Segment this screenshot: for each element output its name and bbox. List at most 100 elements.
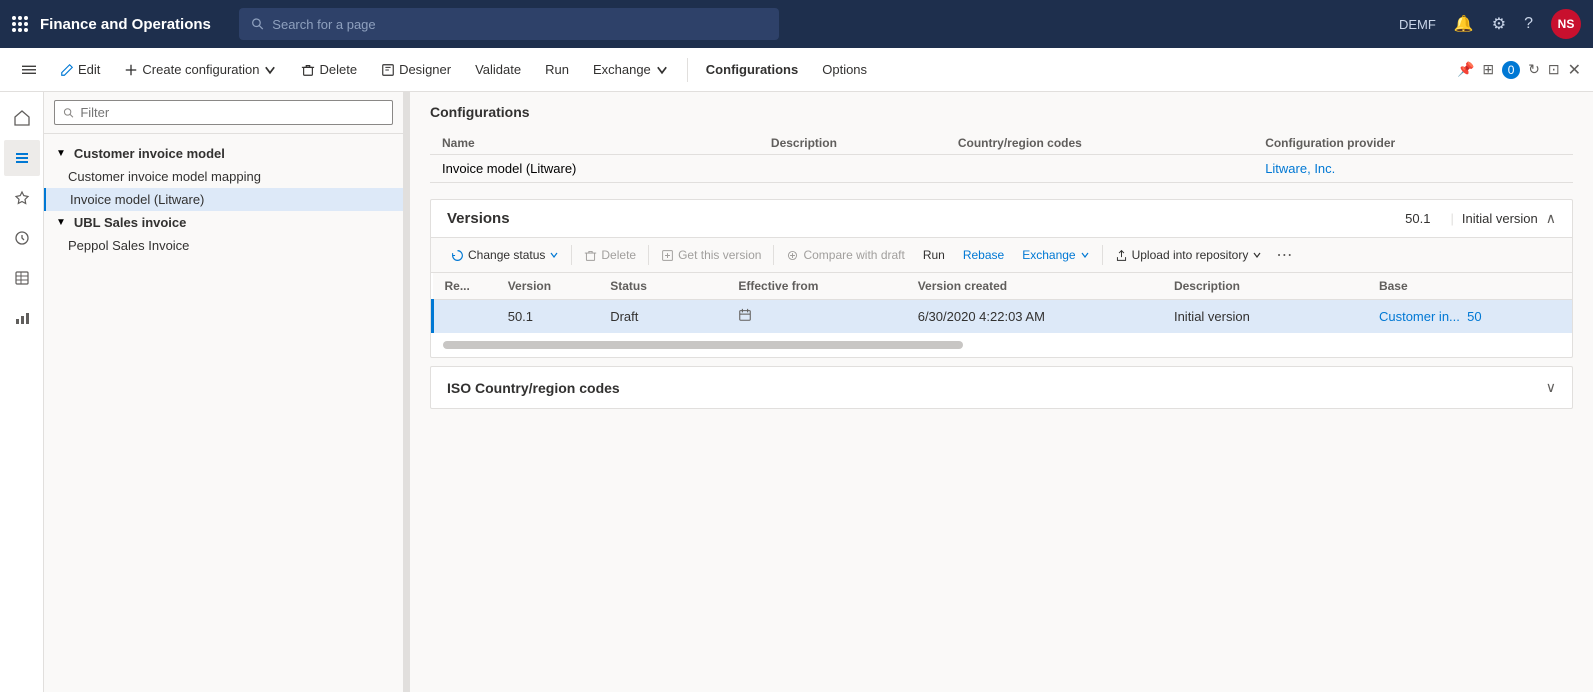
compare-with-draft-button[interactable]: Compare with draft <box>778 244 912 266</box>
search-icon <box>251 17 264 31</box>
refresh-icon[interactable]: ↻ <box>1528 61 1540 78</box>
close-icon[interactable]: ✕ <box>1568 60 1581 80</box>
vtb-delete-button[interactable]: Delete <box>576 244 644 266</box>
config-country <box>946 155 1253 183</box>
col-name: Name <box>430 132 759 155</box>
star-icon <box>14 190 30 206</box>
col-country: Country/region codes <box>946 132 1253 155</box>
vtb-delete-icon <box>584 249 597 262</box>
more-options-button[interactable]: ⋯ <box>1272 245 1296 265</box>
filter-input-wrapper[interactable] <box>54 100 393 125</box>
col-version-created: Version created <box>906 273 1162 300</box>
content-panel: Configurations Name Description Country/… <box>410 92 1593 692</box>
home-icon <box>14 110 30 126</box>
col-status: Status <box>598 273 726 300</box>
version-created: 6/30/2020 4:22:03 AM <box>906 300 1162 334</box>
config-description <box>759 155 946 183</box>
tree-item-peppol-sales-invoice[interactable]: Peppol Sales Invoice <box>44 234 403 257</box>
versions-badge: 50.1 <box>1405 211 1430 226</box>
apps-icon[interactable] <box>12 16 28 32</box>
col-effective-from: Effective from <box>726 273 905 300</box>
notification-badge[interactable]: 0 <box>1502 61 1520 79</box>
edit-icon <box>60 63 74 77</box>
base-num[interactable]: 50 <box>1467 309 1481 324</box>
iso-title: ISO Country/region codes <box>447 380 1546 396</box>
help-icon[interactable]: ? <box>1524 15 1533 33</box>
tree-label: Peppol Sales Invoice <box>68 238 189 253</box>
table-icon-btn[interactable] <box>4 260 40 296</box>
star-icon-btn[interactable] <box>4 180 40 216</box>
get-this-version-button[interactable]: Get this version <box>653 244 769 266</box>
validate-button[interactable]: Validate <box>465 58 531 81</box>
tree-label: Invoice model (Litware) <box>70 192 204 207</box>
home-icon-btn[interactable] <box>4 100 40 136</box>
exchange-vtb-dropdown-icon <box>1080 250 1090 260</box>
search-box[interactable] <box>239 8 779 40</box>
chart-icon <box>14 310 30 326</box>
tree-item-customer-invoice-model[interactable]: ▼ Customer invoice model <box>44 142 403 165</box>
col-desc: Description <box>759 132 946 155</box>
separator-1 <box>687 58 688 82</box>
iso-section-header[interactable]: ISO Country/region codes ∨ <box>431 367 1572 408</box>
tree-label: Customer invoice model mapping <box>68 169 261 184</box>
iso-section: ISO Country/region codes ∨ <box>430 366 1573 409</box>
tree-item-invoice-model-litware[interactable]: Invoice model (Litware) <box>44 188 403 211</box>
col-provider: Configuration provider <box>1253 132 1573 155</box>
run-button[interactable]: Run <box>535 58 579 81</box>
versions-table-header: Re... Version Status Effective from Vers… <box>433 273 1573 300</box>
filter-search-icon <box>63 107 74 119</box>
tree-label: UBL Sales invoice <box>74 215 186 230</box>
clock-icon-btn[interactable] <box>4 220 40 256</box>
config-name: Invoice model (Litware) <box>430 155 759 183</box>
col-re: Re... <box>433 273 496 300</box>
exchange-dropdown-icon <box>655 63 669 77</box>
notification-icon[interactable]: 🔔 <box>1454 14 1474 34</box>
settings-icon[interactable]: ⚙ <box>1492 14 1506 34</box>
versions-header: Versions 50.1 | Initial version ∧ <box>431 200 1572 238</box>
exchange-dropdown-button[interactable]: Exchange <box>1014 244 1097 266</box>
create-configuration-button[interactable]: Create configuration <box>114 58 287 81</box>
search-input[interactable] <box>272 17 767 32</box>
calendar-icon <box>738 308 752 322</box>
content-header: Configurations Name Description Country/… <box>410 92 1593 183</box>
get-version-icon <box>661 249 674 262</box>
options-button[interactable]: Options <box>812 58 877 81</box>
change-status-button[interactable]: Change status <box>443 244 567 266</box>
avatar[interactable]: NS <box>1551 9 1581 39</box>
arrow-icon: ▼ <box>56 148 66 159</box>
hamburger-button[interactable] <box>12 59 46 81</box>
exchange-button[interactable]: Exchange <box>583 58 679 81</box>
tree-panel: ▼ Customer invoice model Customer invoic… <box>44 92 404 692</box>
edit-button[interactable]: Edit <box>50 58 110 81</box>
tree-filter <box>44 92 403 134</box>
sidebar-icons <box>0 92 44 692</box>
arrow-icon: ▼ <box>56 217 66 228</box>
delete-icon <box>301 63 315 77</box>
filter-input[interactable] <box>80 105 384 120</box>
panel-icon[interactable]: ⊞ <box>1482 61 1494 78</box>
designer-button[interactable]: Designer <box>371 58 461 81</box>
version-base: Customer in... 50 <box>1367 300 1572 334</box>
version-effective-from[interactable] <box>726 300 905 334</box>
horizontal-scrollbar[interactable] <box>443 341 963 349</box>
rebase-button[interactable]: Rebase <box>955 244 1012 266</box>
vtb-run-button[interactable]: Run <box>915 244 953 266</box>
tree-content: ▼ Customer invoice model Customer invoic… <box>44 134 403 692</box>
configurations-button[interactable]: Configurations <box>696 58 808 81</box>
tree-item-ubl-sales-invoice[interactable]: ▼ UBL Sales invoice <box>44 211 403 234</box>
delete-button[interactable]: Delete <box>291 58 367 81</box>
iso-collapse-icon[interactable]: ∨ <box>1546 379 1556 396</box>
version-row[interactable]: 50.1 Draft 6/30/2020 4:22:03 AM Initial … <box>433 300 1573 334</box>
expand-icon[interactable]: ⊡ <box>1548 61 1560 78</box>
change-status-dropdown-icon <box>549 250 559 260</box>
command-bar: Edit Create configuration Delete Designe… <box>0 48 1593 92</box>
versions-collapse-icon[interactable]: ∧ <box>1546 210 1556 227</box>
top-navigation: Finance and Operations DEMF 🔔 ⚙ ? NS <box>0 0 1593 48</box>
upload-into-repository-button[interactable]: Upload into repository <box>1107 244 1271 266</box>
base-link[interactable]: Customer in... <box>1379 309 1460 324</box>
pin-icon[interactable]: 📌 <box>1457 61 1474 78</box>
tree-item-model-mapping[interactable]: Customer invoice model mapping <box>44 165 403 188</box>
list-icon-btn[interactable] <box>4 140 40 176</box>
chart-icon-btn[interactable] <box>4 300 40 336</box>
config-provider[interactable]: Litware, Inc. <box>1253 155 1573 183</box>
